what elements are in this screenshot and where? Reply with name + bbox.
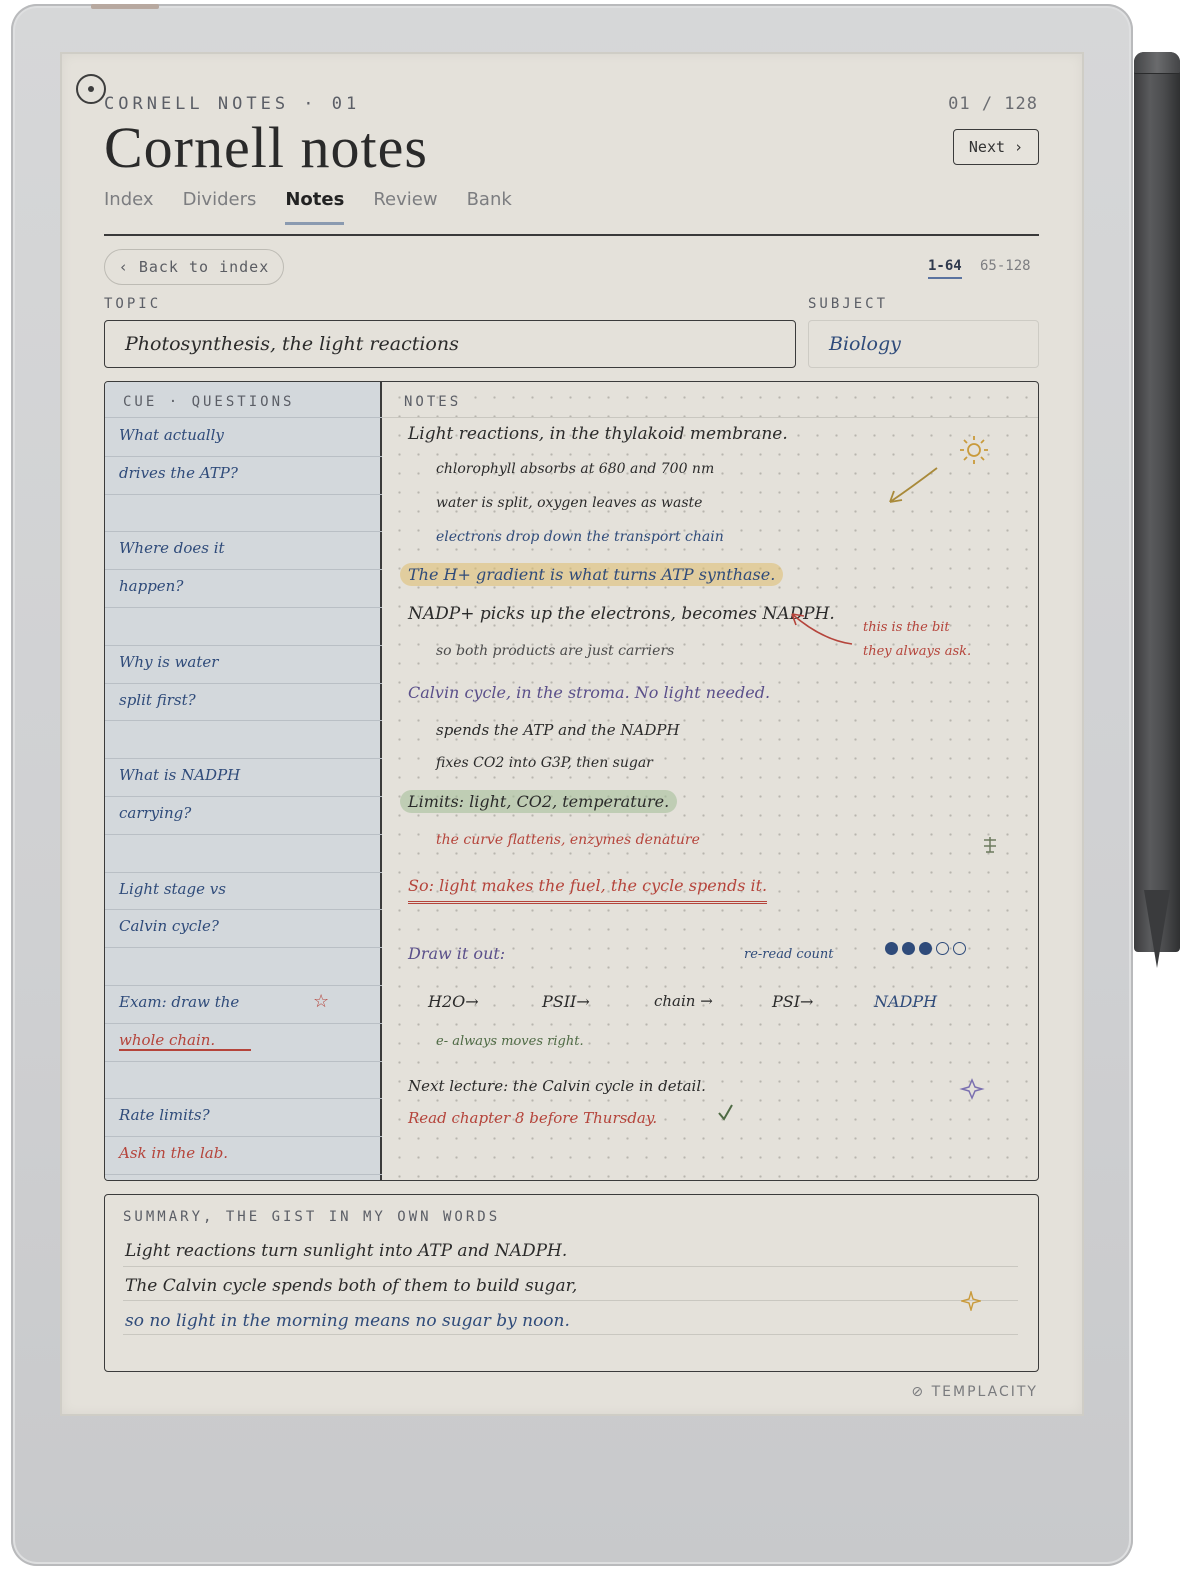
device-button <box>91 4 159 9</box>
notes-doodles <box>718 436 996 1121</box>
cue-rule <box>105 682 382 684</box>
cue-line: Rate limits? <box>119 1106 210 1125</box>
notes-area[interactable]: NOTES Light reactions, in the thylakoid … <box>382 382 1038 1180</box>
cue-line: Exam: draw the <box>119 993 240 1011</box>
cue-rule <box>105 909 382 911</box>
topic-value: Photosynthesis, the light reactions <box>125 333 459 355</box>
cue-rule <box>105 644 382 646</box>
cue-rule <box>105 871 382 873</box>
back-to-index-button[interactable]: ‹ Back to index <box>104 249 284 285</box>
cue-line: Where does it <box>119 539 225 558</box>
stylus-tip <box>1144 890 1170 968</box>
page-counter: 01 / 128 <box>948 94 1038 114</box>
cue-rule <box>105 417 382 418</box>
brand-footer: ⊘ TEMPLACITY <box>911 1384 1038 1400</box>
cue-line: Ask in the lab. <box>119 1144 229 1163</box>
app-logo-icon[interactable] <box>76 74 106 104</box>
summary-box[interactable]: SUMMARY, THE GIST IN MY OWN WORDS Light … <box>104 1194 1039 1372</box>
arrow-icon <box>889 467 938 503</box>
range-tab-65-128[interactable]: 65-128 <box>980 258 1031 274</box>
cue-rule <box>105 796 382 797</box>
star-icon <box>959 1078 985 1100</box>
summary-line: The Calvin cycle spends both of them to … <box>125 1276 578 1296</box>
cue-rule <box>105 531 382 533</box>
sparkle-icon <box>961 1291 981 1311</box>
next-button[interactable]: Next › <box>953 129 1039 165</box>
cue-rule <box>105 569 382 571</box>
cue-line: carrying? <box>119 804 192 822</box>
summary-line: Light reactions turn sunlight into ATP a… <box>125 1241 568 1261</box>
cue-line: Why is water <box>119 652 219 671</box>
summary-rule <box>123 1334 1018 1335</box>
subject-field[interactable]: Biology <box>808 320 1039 368</box>
cue-rule <box>105 455 382 457</box>
tab-index[interactable]: Index <box>104 189 154 222</box>
tab-review[interactable]: Review <box>373 189 437 222</box>
cue-line: Calvin cycle? <box>119 917 219 936</box>
cue-line: happen? <box>119 577 184 596</box>
cue-line: drives the ATP? <box>119 463 238 482</box>
cue-rule <box>105 607 382 608</box>
cue-rule <box>105 947 382 949</box>
cue-rule <box>105 493 382 495</box>
subject-label: SUBJECT <box>808 296 889 312</box>
header-divider <box>104 234 1039 236</box>
summary-rule <box>123 1300 1018 1301</box>
tab-bank[interactable]: Bank <box>467 189 512 222</box>
star-icon: ☆ <box>313 991 330 1012</box>
brand-icon: ⊘ <box>911 1384 932 1400</box>
cue-column[interactable]: CUE · QUESTIONS What actually drives the … <box>105 382 382 1180</box>
cue-rule <box>105 1098 382 1100</box>
cue-rule <box>105 1060 382 1062</box>
topic-label: TOPIC <box>104 296 162 312</box>
cue-rule <box>105 985 382 986</box>
summary-line: so no light in the morning means no suga… <box>125 1311 570 1331</box>
cue-rule <box>105 758 382 760</box>
cue-rule <box>105 720 382 722</box>
stylus-cap <box>1134 52 1180 74</box>
cue-line: Light stage vs <box>119 879 226 898</box>
cornell-notes-frame: CUE · QUESTIONS What actually drives the … <box>104 381 1039 1181</box>
section-tabs: Index Dividers Notes Review Bank <box>104 189 512 225</box>
brand-name: TEMPLACITY <box>931 1384 1038 1400</box>
summary-rule <box>123 1266 1018 1267</box>
range-tab-1-64[interactable]: 1-64 <box>928 258 962 279</box>
cue-rule <box>105 1174 382 1175</box>
checkmark-icon <box>718 1104 733 1121</box>
arrow-icon <box>791 613 853 645</box>
summary-heading: SUMMARY, THE GIST IN MY OWN WORDS <box>123 1209 501 1225</box>
device-screen: CORNELL NOTES · 01 01 / 128 Cornell note… <box>60 52 1084 1416</box>
cue-line: whole chain. <box>119 1031 252 1051</box>
cue-line: What actually <box>119 426 224 444</box>
subject-value: Biology <box>829 333 901 355</box>
cue-line: What is NADPH <box>119 766 241 785</box>
notebook-kicker: CORNELL NOTES · 01 <box>104 94 361 114</box>
cue-rule <box>105 1136 382 1138</box>
cue-heading: CUE · QUESTIONS <box>123 394 295 410</box>
cue-line: split first? <box>119 690 196 709</box>
plant-icon <box>984 837 996 853</box>
cue-rule <box>105 833 382 835</box>
page-title: Cornell notes <box>104 115 428 180</box>
tab-dividers[interactable]: Dividers <box>183 189 257 222</box>
cue-rule <box>105 1022 382 1024</box>
topic-field[interactable]: Photosynthesis, the light reactions <box>104 320 796 368</box>
tab-notes[interactable]: Notes <box>285 189 344 225</box>
stylus-pen <box>1134 52 1180 952</box>
sun-icon <box>960 436 988 464</box>
